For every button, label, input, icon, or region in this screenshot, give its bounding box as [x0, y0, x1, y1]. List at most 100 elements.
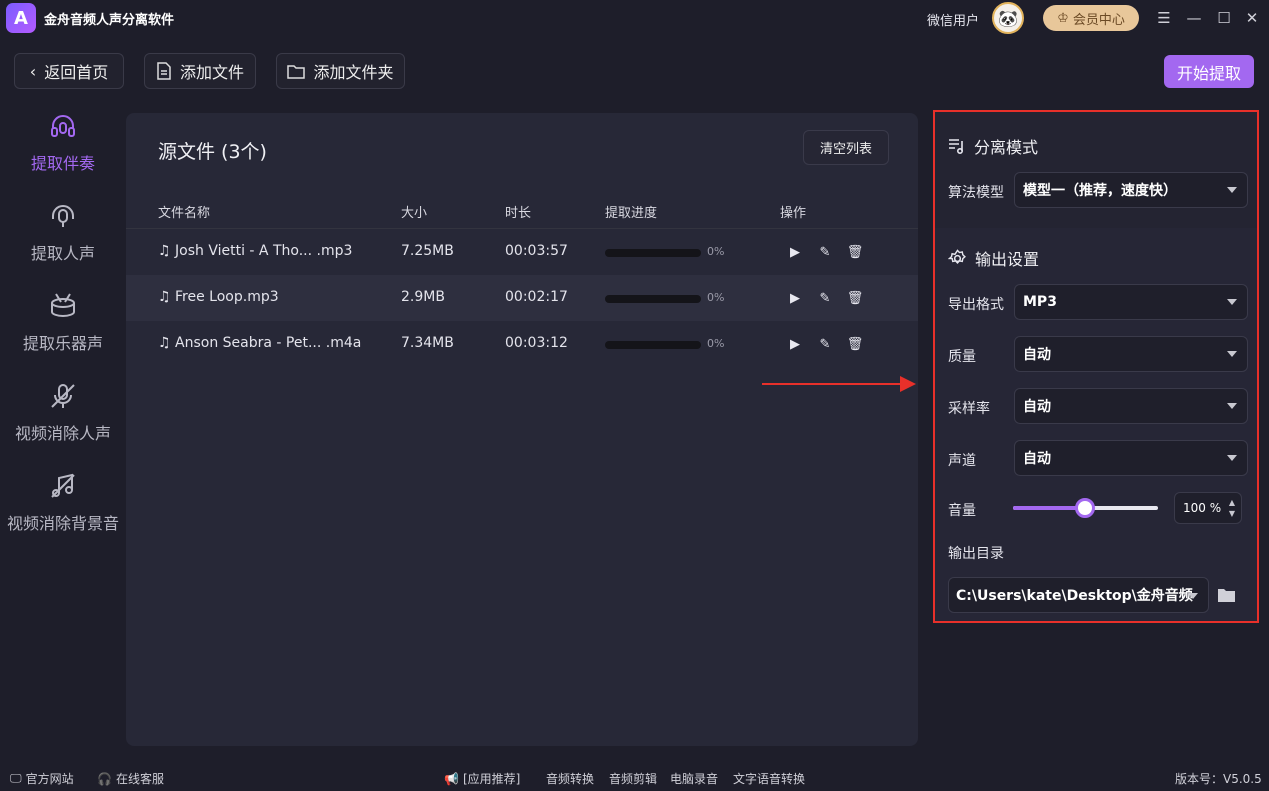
- sidebar-item-label: 提取人声: [30, 244, 95, 263]
- quality-select[interactable]: 自动: [1014, 336, 1248, 372]
- file-icon: [157, 62, 171, 80]
- output-dir-label: 输出目录: [948, 546, 1004, 562]
- chevron-left-icon: ‹: [29, 61, 37, 81]
- samplerate-select[interactable]: 自动: [1014, 388, 1248, 424]
- table-row[interactable]: ♫ Free Loop.mp3 2.9MB 00:02:17 0% ▶ ✎ 🗑: [126, 275, 918, 321]
- sidebar-item-accompaniment[interactable]: 提取伴奏: [0, 110, 126, 174]
- microphone-icon: [47, 200, 79, 232]
- annotation-arrow-icon: [762, 376, 916, 392]
- menu-icon[interactable]: ☰: [1154, 8, 1174, 28]
- samplerate-label: 采样率: [948, 401, 990, 417]
- column-header-duration: 时长: [505, 206, 532, 221]
- caret-down-icon: [1227, 187, 1237, 193]
- sidebar-item-video-remove-background[interactable]: 视频消除背景音: [0, 470, 126, 534]
- minimize-icon[interactable]: —: [1184, 8, 1204, 28]
- mode-title-label: 分离模式: [974, 138, 1039, 157]
- file-name: Anson Seabra - Pet... .m4a: [175, 335, 362, 351]
- user-name[interactable]: 微信用户: [927, 10, 979, 29]
- format-select[interactable]: MP3: [1014, 284, 1248, 320]
- online-support-link[interactable]: 🎧 在线客服: [97, 770, 164, 787]
- file-duration: 00:03:12: [505, 335, 568, 351]
- quality-value: 自动: [1023, 347, 1051, 363]
- sidebar-item-label: 视频消除人声: [14, 424, 111, 443]
- trash-icon[interactable]: 🗑: [846, 335, 864, 353]
- sidebar-item-label: 提取伴奏: [30, 154, 95, 173]
- avatar[interactable]: 🐼: [992, 2, 1024, 34]
- progress-bar: [605, 341, 701, 349]
- progress-bar: [605, 249, 701, 257]
- vip-label: 会员中心: [1072, 12, 1125, 28]
- play-icon[interactable]: ▶: [786, 335, 804, 353]
- algo-select[interactable]: 模型一（推荐，速度快）: [1014, 172, 1248, 208]
- start-extract-button[interactable]: 开始提取: [1164, 55, 1254, 88]
- volume-label: 音量: [948, 503, 976, 519]
- file-duration: 00:03:57: [505, 243, 568, 259]
- separation-mode-title: 分离模式: [948, 134, 1038, 158]
- caret-down-icon: [1227, 351, 1237, 357]
- sidebar-item-instruments[interactable]: 提取乐器声: [0, 290, 126, 354]
- progress-percent: 0%: [707, 291, 725, 304]
- recommend-label: [应用推荐]: [462, 772, 521, 786]
- output-settings-title: 输出设置: [948, 246, 1039, 270]
- volume-stepper[interactable]: 100 % ▲ ▼: [1174, 492, 1242, 524]
- caret-down-icon: [1188, 593, 1198, 599]
- vip-center-button[interactable]: ♔ 会员中心: [1043, 5, 1139, 31]
- clear-list-button[interactable]: 清空列表: [803, 130, 889, 165]
- file-size: 7.34MB: [401, 335, 454, 351]
- folder-open-icon[interactable]: [1217, 587, 1236, 603]
- back-home-button[interactable]: ‹ 返回首页: [14, 53, 124, 89]
- add-folder-button[interactable]: 添加文件夹: [276, 53, 405, 89]
- edit-file-icon[interactable]: ✎: [816, 335, 834, 353]
- column-header-name: 文件名称: [158, 206, 211, 221]
- folder-icon: [287, 64, 306, 79]
- table-row[interactable]: ♫ Anson Seabra - Pet... .m4a 7.34MB 00:0…: [126, 321, 918, 367]
- edit-file-icon[interactable]: ✎: [816, 243, 834, 261]
- play-icon[interactable]: ▶: [786, 243, 804, 261]
- add-file-button[interactable]: 添加文件: [144, 53, 256, 89]
- audio-file-icon: ♫: [158, 243, 176, 259]
- official-website-link[interactable]: 🖵 官方网站: [10, 770, 74, 787]
- volume-slider-handle[interactable]: [1075, 498, 1095, 518]
- headset-icon: 🎧: [97, 771, 112, 786]
- progress-percent: 0%: [707, 337, 725, 350]
- close-icon[interactable]: ✕: [1242, 8, 1262, 28]
- gear-icon: [948, 248, 966, 264]
- format-value: MP3: [1023, 294, 1057, 310]
- footer-link-audio-edit[interactable]: 音频剪辑: [609, 770, 657, 787]
- quality-label: 质量: [948, 349, 976, 365]
- sidebar-item-vocals[interactable]: 提取人声: [0, 200, 126, 264]
- music-off-icon: [47, 470, 79, 502]
- bear-avatar-icon: 🐼: [998, 8, 1018, 28]
- website-label: 官方网站: [25, 772, 74, 786]
- output-title-label: 输出设置: [975, 250, 1040, 269]
- footer-link-tts[interactable]: 文字语音转换: [733, 770, 805, 787]
- channel-value: 自动: [1023, 451, 1051, 467]
- stepper-arrows-icon[interactable]: ▲ ▼: [1229, 497, 1235, 519]
- table-row[interactable]: ♫ Josh Vietti - A Tho... .mp3 7.25MB 00:…: [126, 229, 918, 275]
- trash-icon[interactable]: 🗑: [846, 243, 864, 261]
- crown-icon: ♔: [1057, 10, 1069, 26]
- channel-select[interactable]: 自动: [1014, 440, 1248, 476]
- edit-file-icon[interactable]: ✎: [816, 289, 834, 307]
- file-duration: 00:02:17: [505, 289, 568, 305]
- support-label: 在线客服: [115, 772, 164, 786]
- column-header-actions: 操作: [780, 206, 807, 221]
- play-icon[interactable]: ▶: [786, 289, 804, 307]
- column-header-size: 大小: [401, 206, 428, 221]
- trash-icon[interactable]: 🗑: [846, 289, 864, 307]
- monitor-icon: 🖵: [10, 771, 22, 785]
- app-title: 金舟音频人声分离软件: [44, 13, 175, 28]
- algo-label: 算法模型: [948, 185, 1004, 201]
- file-size: 7.25MB: [401, 243, 454, 259]
- maximize-icon[interactable]: ☐: [1214, 8, 1234, 28]
- caret-down-icon: [1227, 299, 1237, 305]
- audio-file-icon: ♫: [158, 289, 176, 305]
- sidebar-item-video-remove-vocals[interactable]: 视频消除人声: [0, 380, 126, 444]
- footer-link-recorder[interactable]: 电脑录音: [670, 770, 718, 787]
- samplerate-value: 自动: [1023, 399, 1051, 415]
- channel-label: 声道: [948, 453, 976, 469]
- progress-percent: 0%: [707, 245, 725, 258]
- footer-link-audio-convert[interactable]: 音频转换: [546, 770, 594, 787]
- output-dir-select[interactable]: C:\Users\kate\Desktop\金舟音频: [948, 577, 1209, 613]
- volume-value: 100 %: [1183, 501, 1222, 515]
